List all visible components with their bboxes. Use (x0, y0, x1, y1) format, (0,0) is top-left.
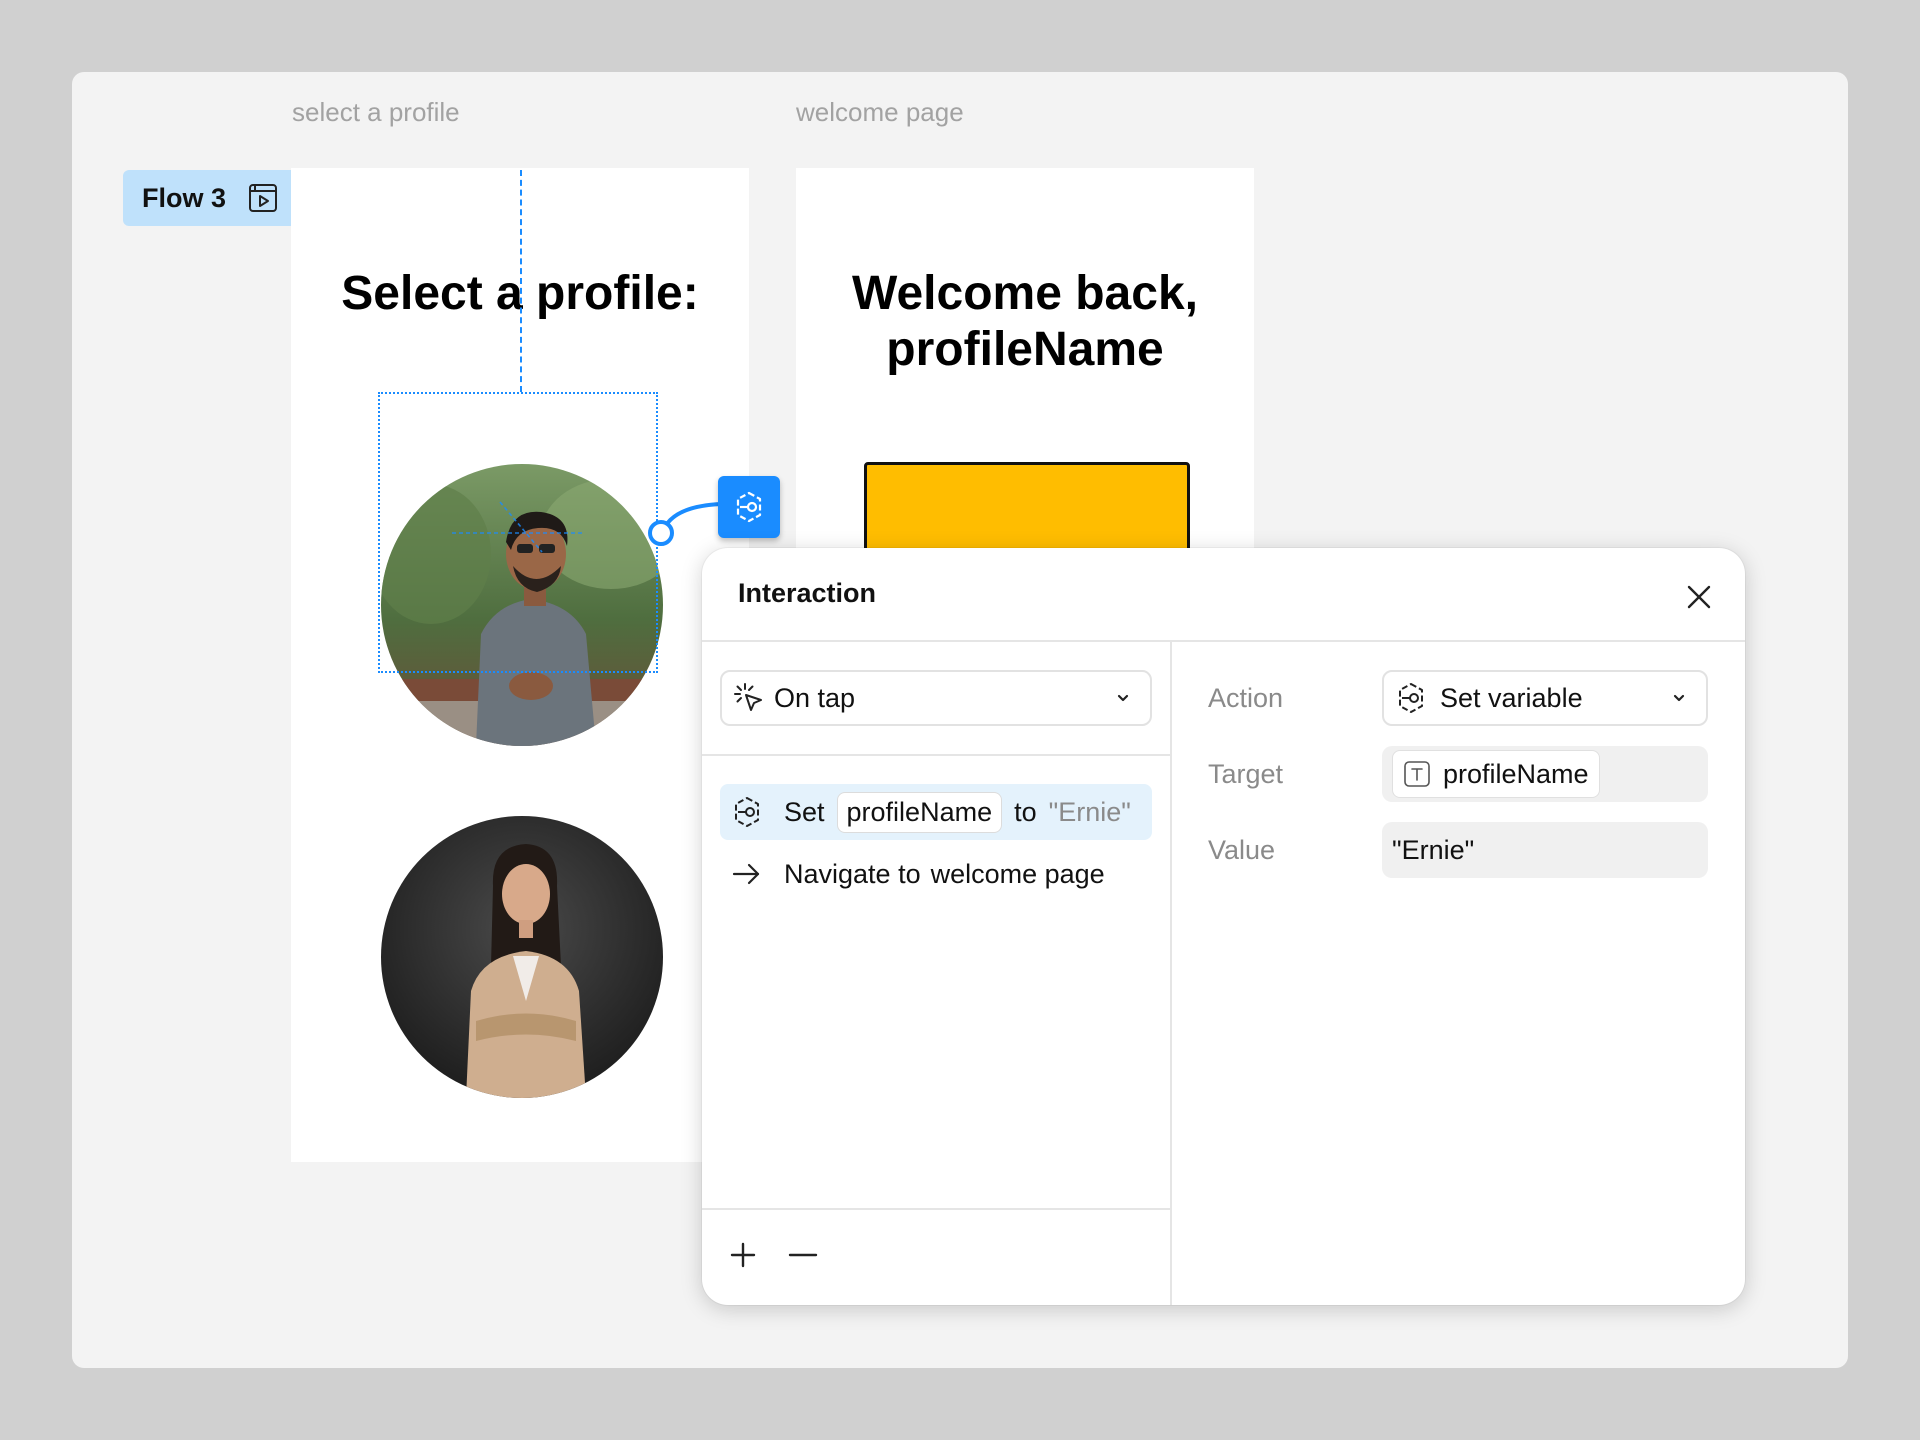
action-destination: welcome page (930, 858, 1105, 889)
variable-icon (730, 795, 764, 829)
trigger-divider (702, 754, 1170, 756)
flow-badge[interactable]: Flow 3 (123, 170, 291, 226)
action-verb: Navigate to (784, 858, 921, 889)
variable-icon (736, 491, 762, 523)
interaction-panel: Interaction On tap Set profileName to "E… (702, 548, 1745, 1305)
trigger-dropdown[interactable]: On tap (720, 670, 1152, 726)
footer-divider (702, 1208, 1170, 1210)
action-type-value: Set variable (1440, 682, 1583, 713)
action-type-dropdown[interactable]: Set variable (1382, 670, 1708, 726)
action-label: Action (1208, 683, 1284, 713)
text-variable-icon (1403, 760, 1431, 788)
header-divider (702, 640, 1745, 642)
arrow-right-icon (730, 857, 764, 891)
action-verb: Set (784, 796, 825, 827)
chevron-down-icon (1670, 689, 1688, 707)
close-icon[interactable] (1682, 580, 1716, 614)
flow-badge-label: Flow 3 (142, 182, 227, 213)
interaction-trigger-knob[interactable] (718, 476, 780, 538)
value-label: Value (1208, 835, 1276, 865)
welcome-heading-line2: profileName (886, 323, 1164, 376)
panel-title: Interaction (738, 578, 877, 608)
frame-label-select-profile[interactable]: select a profile (292, 97, 460, 128)
value-field[interactable]: "Ernie" (1382, 822, 1708, 878)
action-value: "Ernie" (1048, 796, 1131, 827)
tap-icon (732, 681, 766, 715)
flow-play-icon (248, 183, 278, 213)
action-connector: to (1014, 796, 1037, 827)
target-field[interactable]: profileName (1382, 746, 1708, 802)
alignment-guide (520, 170, 522, 392)
frame-label-welcome-page[interactable]: welcome page (796, 97, 964, 128)
action-item-navigate[interactable]: Navigate to welcome page (720, 846, 1152, 902)
target-variable-chip[interactable]: profileName (1392, 750, 1600, 798)
variable-icon (1394, 681, 1428, 715)
plus-icon[interactable] (726, 1238, 760, 1272)
profile-photo-woman[interactable] (381, 816, 663, 1098)
minus-icon[interactable] (786, 1238, 820, 1272)
chevron-down-icon (1114, 689, 1132, 707)
welcome-heading-line1: Welcome back, (852, 267, 1198, 320)
target-label: Target (1208, 759, 1284, 789)
target-value: profileName (1443, 758, 1589, 789)
interaction-connector (452, 501, 723, 553)
trigger-label: On tap (774, 682, 856, 713)
variable-chip: profileName (836, 791, 1003, 833)
value-input-text: "Ernie" (1392, 834, 1475, 865)
column-divider (1170, 640, 1172, 1305)
action-item-set-variable[interactable]: Set profileName to "Ernie" (720, 784, 1152, 840)
